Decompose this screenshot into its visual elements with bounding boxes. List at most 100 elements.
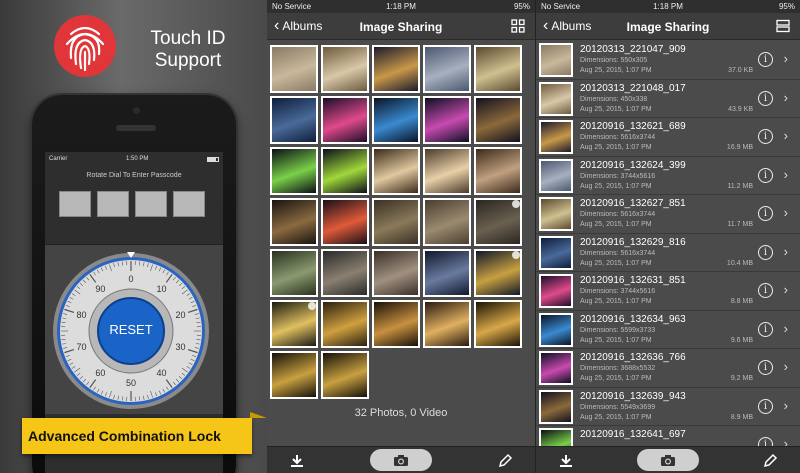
photo-thumbnail[interactable] [423, 147, 471, 195]
chevron-right-icon[interactable]: › [784, 398, 788, 413]
dial-number: 90 [95, 284, 105, 294]
photo-image [323, 353, 367, 397]
photo-thumbnail[interactable] [270, 147, 318, 195]
list-item[interactable]: 20120916_132621_689 Dimensions: 5616x3744… [536, 118, 800, 157]
photo-thumbnail[interactable] [474, 45, 522, 93]
grid-view-icon[interactable] [511, 19, 525, 33]
photo-image [272, 98, 316, 142]
camera-icon [661, 454, 675, 466]
list-item[interactable]: 20120313_221048_017 Dimensions: 450x338 Au… [536, 80, 800, 118]
photo-thumbnail[interactable] [270, 249, 318, 297]
chevron-right-icon[interactable]: › [784, 282, 788, 297]
info-icon[interactable]: i [758, 360, 773, 375]
photo-image [374, 149, 418, 193]
photo-thumbnail[interactable] [270, 96, 318, 144]
photo-thumbnail[interactable] [321, 147, 369, 195]
list-item[interactable]: 20120916_132631_851 Dimensions: 3744x5616… [536, 272, 800, 311]
photo-thumbnail[interactable] [423, 198, 471, 246]
list-item[interactable]: 20120313_221047_909 Dimensions: 550x305 Au… [536, 41, 800, 80]
photo-thumbnail[interactable] [321, 198, 369, 246]
photo-thumbnail[interactable] [321, 249, 369, 297]
photo-thumbnail[interactable] [474, 198, 522, 246]
info-icon[interactable]: i [758, 398, 773, 414]
info-icon[interactable]: i [758, 244, 773, 260]
photo-thumbnail[interactable] [321, 96, 369, 144]
chevron-right-icon[interactable]: › [784, 321, 788, 336]
download-icon[interactable] [289, 453, 305, 469]
back-button[interactable]: ‹ Albums [274, 18, 322, 34]
info-icon[interactable]: i [758, 167, 773, 183]
list-view-icon[interactable] [776, 19, 790, 33]
photo-thumbnail[interactable] [270, 198, 318, 246]
chevron-right-icon[interactable]: › [784, 244, 788, 259]
info-icon[interactable]: i [758, 90, 773, 106]
chevron-right-icon[interactable]: › [784, 359, 788, 374]
file-date: Aug 25, 2015, 1:07 PM [580, 336, 652, 344]
dial-number: 10 [157, 284, 167, 294]
file-size: 9.2 MB [730, 375, 753, 382]
photo-image [541, 199, 571, 229]
download-icon[interactable] [558, 453, 574, 469]
photo-thumbnail[interactable] [270, 300, 318, 348]
photo-thumbnail[interactable] [372, 249, 420, 297]
photo-thumbnail[interactable] [270, 351, 318, 399]
chevron-right-icon[interactable]: › [784, 128, 788, 143]
dial-number: 0 [128, 274, 133, 284]
photo-thumbnail[interactable] [474, 147, 522, 195]
photo-thumbnail[interactable] [270, 45, 318, 93]
photo-image [272, 149, 316, 193]
pencil-icon[interactable] [497, 453, 513, 469]
photo-thumbnail[interactable] [423, 96, 471, 144]
list-item[interactable]: 20120916_132629_816 Dimensions: 5616x3744… [536, 234, 800, 272]
file-date: Aug 25, 2015, 1:07 PM [580, 259, 652, 267]
info-icon[interactable]: i [758, 321, 773, 337]
file-size: 10.4 MB [726, 259, 753, 267]
photo-thumbnail[interactable] [372, 198, 420, 246]
photo-thumbnail[interactable] [372, 147, 420, 195]
file-name: 20120916_132624_399 [580, 159, 686, 171]
promo-panel: Touch ID Support Carrier 1:50 PM Rotate … [0, 0, 267, 473]
photo-image [476, 302, 520, 346]
chevron-right-icon[interactable]: › [784, 167, 788, 182]
photo-thumbnail[interactable] [372, 96, 420, 144]
info-icon[interactable]: i [758, 52, 773, 67]
photo-image [272, 353, 316, 397]
chevron-right-icon[interactable]: › [784, 90, 788, 105]
info-icon[interactable]: i [758, 206, 773, 221]
camera-button[interactable] [370, 449, 432, 471]
list-screen: No Service 1:18 PM 95% ‹ Albums Image Sh… [536, 0, 800, 473]
photo-thumbnail[interactable] [321, 300, 369, 348]
reset-button[interactable]: RESET [98, 315, 164, 345]
photo-thumbnail[interactable] [372, 45, 420, 93]
photo-thumbnail[interactable] [321, 351, 369, 399]
pencil-icon[interactable] [762, 453, 778, 469]
chevron-right-icon[interactable]: › [784, 51, 788, 66]
list-item[interactable]: 20120916_132634_963 Dimensions: 5599x3733… [536, 311, 800, 349]
passcode-box [135, 191, 167, 217]
camera-icon [394, 454, 408, 466]
back-button[interactable]: ‹ Albums [543, 18, 591, 34]
file-dimensions: Dimensions: 450x338 [580, 95, 648, 103]
photo-thumbnail[interactable] [474, 96, 522, 144]
photo-thumbnail[interactable] [372, 300, 420, 348]
file-date: Aug 25, 2015, 1:07 PM [580, 67, 652, 74]
info-icon[interactable]: i [758, 129, 773, 144]
list-item[interactable]: 20120916_132639_943 Dimensions: 5549x3699… [536, 388, 800, 426]
list-item[interactable]: 20120916_132624_399 Dimensions: 3744x5616… [536, 157, 800, 195]
photo-thumbnail[interactable] [423, 249, 471, 297]
list-item[interactable]: 20120916_132636_766 Dimensions: 3688x5532… [536, 349, 800, 388]
photo-thumbnail[interactable] [474, 249, 522, 297]
file-dimensions: Dimensions: 3744x5616 [580, 172, 656, 180]
list-item[interactable]: 20120916_132627_851 Dimensions: 5616x3744… [536, 195, 800, 234]
camera-button[interactable] [637, 449, 699, 471]
info-icon[interactable]: i [758, 283, 773, 298]
photo-thumbnail [539, 274, 573, 308]
photo-image [476, 98, 520, 142]
chevron-right-icon[interactable]: › [784, 205, 788, 220]
photo-thumbnail[interactable] [423, 45, 471, 93]
photo-thumbnail[interactable] [423, 300, 471, 348]
dial-number: 30 [175, 342, 185, 352]
mock-status-bar: Carrier 1:50 PM [45, 152, 223, 166]
photo-thumbnail[interactable] [474, 300, 522, 348]
photo-thumbnail[interactable] [321, 45, 369, 93]
